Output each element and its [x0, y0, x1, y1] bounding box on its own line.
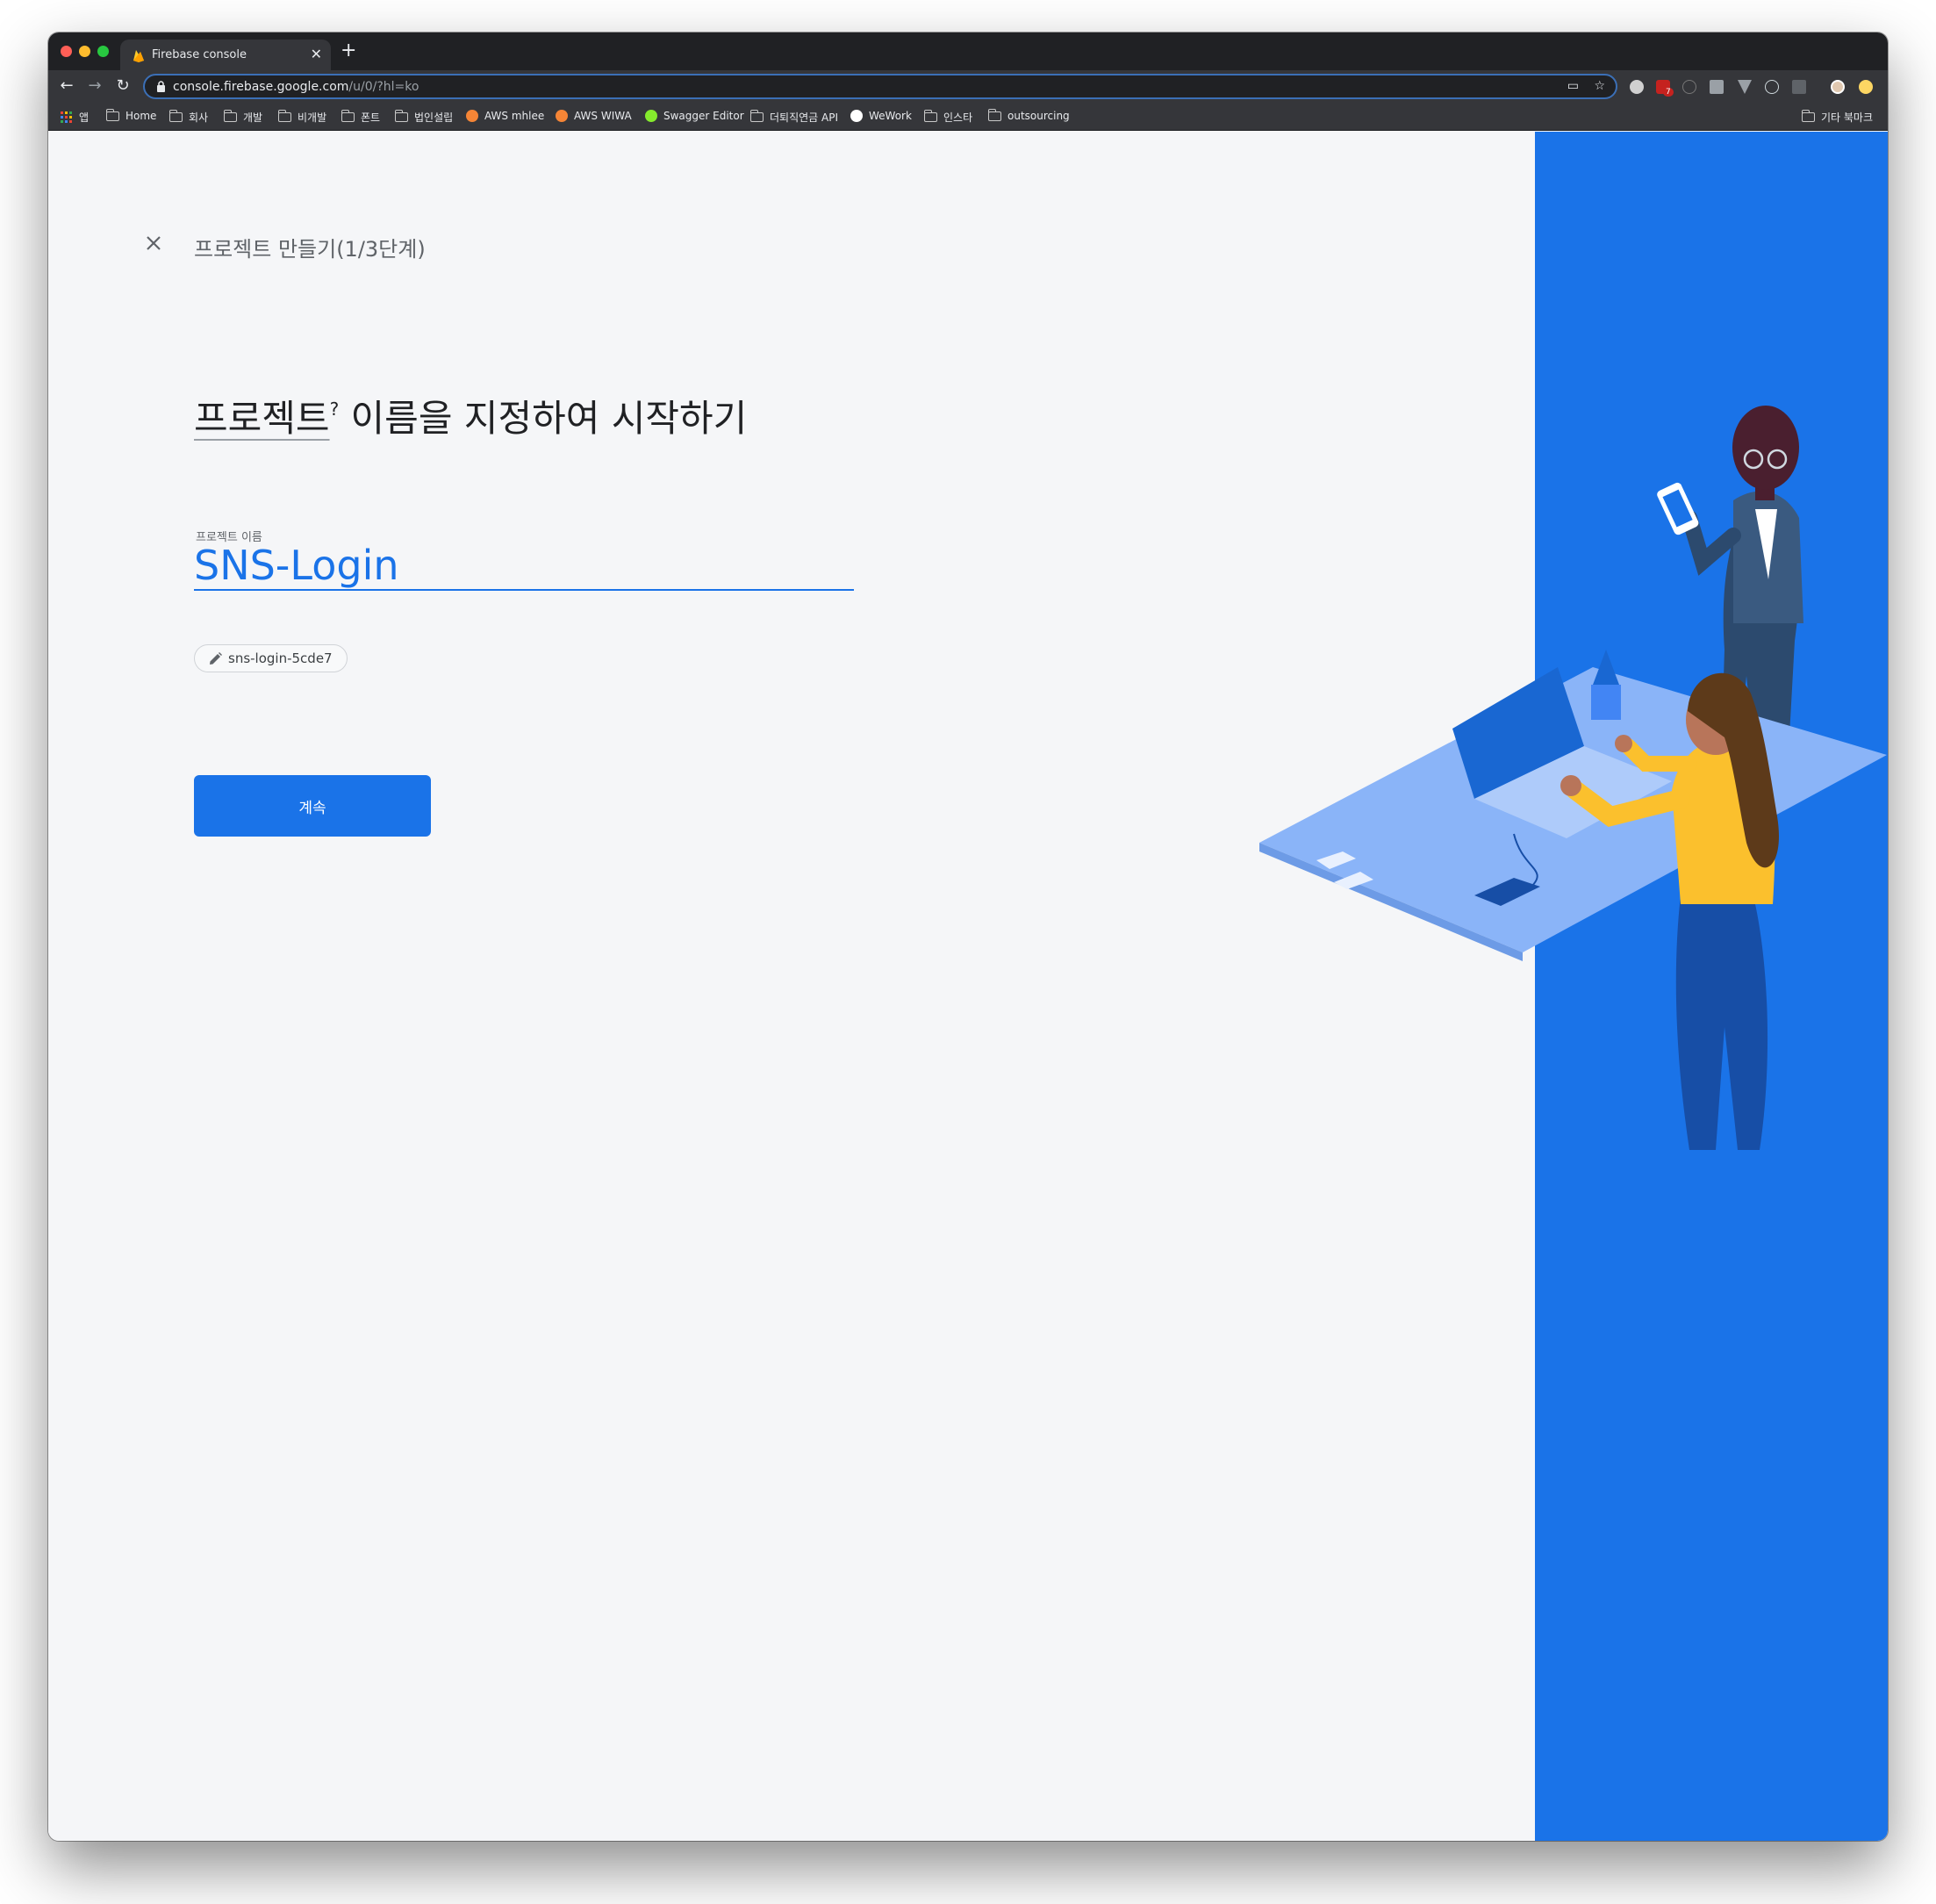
new-tab-button[interactable]: +	[341, 40, 356, 61]
extension-smiley-icon[interactable]	[1859, 80, 1873, 94]
url-text: console.firebase.google.com/u/0/?hl=ko	[173, 80, 419, 94]
folder-icon	[169, 110, 183, 122]
firebase-create-project-page: 프로젝트 만들기(1/3단계) 프로젝트? 이름을 지정하여 시작하기 프로젝트…	[48, 132, 1888, 1841]
close-window-button[interactable]	[61, 46, 72, 57]
folder-icon	[1801, 110, 1815, 122]
other-bookmarks[interactable]: 기타 북마크	[1801, 110, 1873, 125]
browser-window: Firebase console ✕ + ← → ↻ console.fireb…	[48, 32, 1888, 1841]
extension-badge: 7	[1663, 88, 1674, 97]
folder-icon	[394, 110, 408, 122]
bookmark-wework[interactable]: WeWork	[850, 110, 912, 122]
tab-title: Firebase console	[152, 48, 247, 61]
extension-drive-icon[interactable]	[1710, 80, 1724, 94]
bookmark-aws-mhlee[interactable]: AWS mhlee	[466, 110, 544, 122]
project-name-input[interactable]	[194, 541, 854, 591]
apps-grid-icon	[61, 111, 72, 123]
firebase-icon	[133, 50, 144, 62]
tab-strip: Firebase console ✕ +	[48, 32, 1888, 70]
tab-close-icon[interactable]: ✕	[311, 46, 322, 62]
extension-translate-icon[interactable]	[1792, 80, 1806, 94]
extension-info-icon[interactable]	[1682, 80, 1696, 94]
bookmark-dev[interactable]: 개발	[223, 110, 262, 125]
extension-vue-icon[interactable]	[1738, 80, 1752, 94]
folder-icon	[223, 110, 237, 122]
address-bar[interactable]: console.firebase.google.com/u/0/?hl=ko ▭…	[143, 74, 1617, 99]
folder-icon	[923, 110, 937, 122]
bookmark-pension-api[interactable]: 더퇴직연금 API	[749, 110, 838, 125]
folder-icon	[749, 110, 764, 122]
swagger-icon	[645, 110, 657, 122]
extension-react-icon[interactable]	[1765, 80, 1779, 94]
bookmark-fonts[interactable]: 폰트	[341, 110, 380, 125]
bookmark-home[interactable]: Home	[105, 108, 156, 122]
aws-icon	[556, 110, 568, 122]
browser-tab[interactable]: Firebase console ✕	[120, 40, 331, 70]
folder-icon	[987, 108, 1001, 121]
bookmark-aws-wiwa[interactable]: AWS WIWA	[556, 110, 632, 122]
folder-icon	[277, 110, 291, 122]
cast-icon[interactable]: ▭	[1567, 79, 1579, 93]
back-icon[interactable]: ←	[57, 76, 76, 96]
folder-icon	[105, 108, 119, 121]
bookmark-nondev[interactable]: 비개발	[277, 110, 326, 125]
forward-icon[interactable]: →	[85, 76, 104, 96]
extension-gear-icon[interactable]	[1630, 80, 1644, 94]
reload-icon[interactable]: ↻	[113, 76, 133, 96]
continue-button[interactable]: 계속	[194, 775, 431, 837]
wework-icon	[850, 110, 863, 122]
maximize-window-button[interactable]	[97, 46, 109, 57]
profile-avatar[interactable]	[1831, 80, 1845, 94]
browser-toolbar: ← → ↻ console.firebase.google.com/u/0/?h…	[48, 70, 1888, 103]
close-icon[interactable]	[143, 233, 164, 254]
step-title: 프로젝트 만들기(1/3단계)	[194, 237, 426, 262]
project-id-text: sns-login-5cde7	[228, 650, 333, 666]
bookmark-star-icon[interactable]: ☆	[1594, 79, 1605, 93]
bookmarks-bar: 앱 Home 회사 개발 비개발 폰트 법인설립 AWS mhlee AWS W…	[48, 103, 1888, 131]
page-headline: 프로젝트? 이름을 지정하여 시작하기	[194, 397, 748, 440]
team-illustration	[1259, 406, 1887, 1150]
bookmark-incorporation[interactable]: 법인설립	[394, 110, 453, 125]
bookmark-swagger[interactable]: Swagger Editor	[645, 110, 744, 122]
bookmark-company[interactable]: 회사	[169, 110, 208, 125]
project-id-chip[interactable]: sns-login-5cde7	[194, 644, 348, 672]
pencil-icon	[210, 652, 222, 665]
folder-icon	[341, 110, 355, 122]
bookmark-outsourcing[interactable]: outsourcing	[987, 108, 1070, 122]
lock-icon	[157, 81, 165, 92]
bookmark-instagram[interactable]: 인스타	[923, 110, 972, 125]
minimize-window-button[interactable]	[79, 46, 90, 57]
aws-icon	[466, 110, 478, 122]
project-term-link[interactable]: 프로젝트	[194, 397, 330, 440]
bookmark-apps[interactable]: 앱	[61, 110, 89, 125]
help-icon[interactable]: ?	[330, 399, 340, 420]
